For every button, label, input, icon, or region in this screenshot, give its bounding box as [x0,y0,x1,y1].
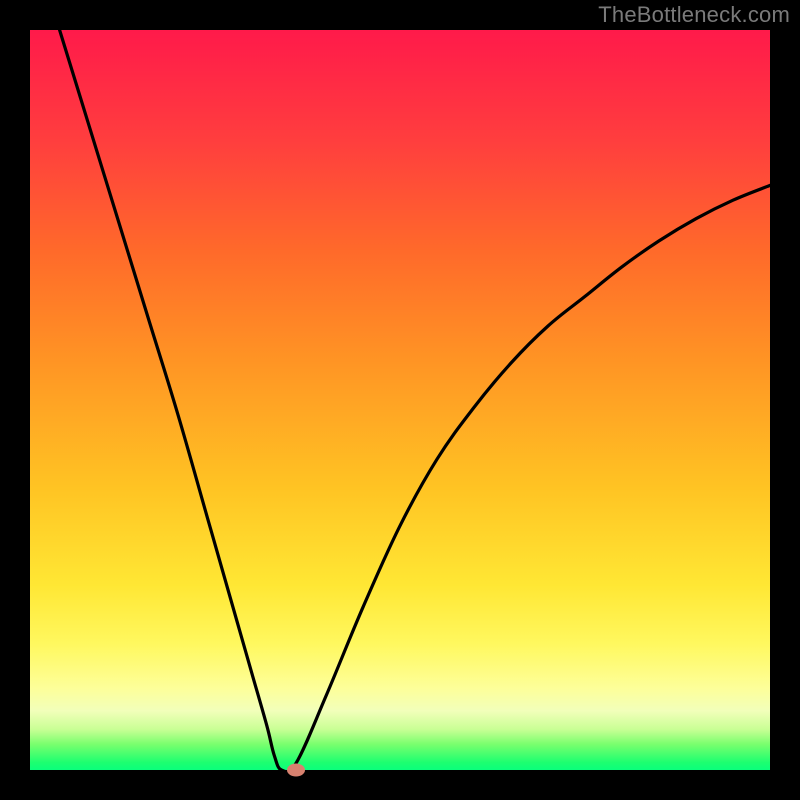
bottleneck-curve [30,30,770,770]
watermark-text: TheBottleneck.com [598,2,790,28]
plot-area [30,30,770,770]
optimum-marker [287,764,305,777]
chart-frame: TheBottleneck.com [0,0,800,800]
